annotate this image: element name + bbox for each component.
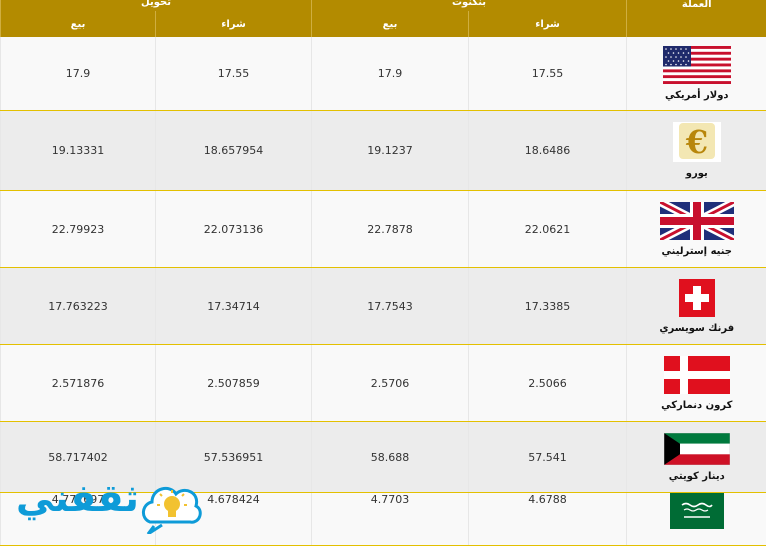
euro-symbol-icon: € (673, 122, 721, 162)
banknote-buy-cell: 57.541 (469, 422, 627, 493)
banknote-sell-cell: 2.5706 (312, 345, 469, 422)
usa-flag-icon (663, 46, 731, 84)
transfer-buy-cell: 18.657954 (156, 111, 312, 191)
transfer-sell-header: بيع (1, 11, 156, 37)
currency-cell: دولار أمريكي (627, 37, 766, 111)
banknote-sell-cell: 17.9 (312, 37, 469, 111)
table-row: 19.13331 18.657954 19.1237 18.6486 € يور… (1, 111, 766, 191)
currency-cell: فرنك سويسري (627, 268, 766, 345)
banknote-buy-header: شراء (469, 11, 627, 37)
table-row: 17.9 17.55 17.9 17.55 (1, 37, 766, 111)
swiss-flag-icon (677, 279, 717, 317)
saudi-flag-icon (670, 493, 724, 529)
currency-cell: جنيه إسترليني (627, 191, 766, 268)
svg-text:€: € (685, 123, 708, 161)
currency-cell (627, 493, 766, 546)
table-row: 17.763223 17.34714 17.7543 17.3385 فرنك … (1, 268, 766, 345)
table-row: 22.79923 22.073136 22.7878 22.0621 جنيه … (1, 191, 766, 268)
banknote-sell-cell: 22.7878 (312, 191, 469, 268)
banknote-buy-cell: 2.5066 (469, 345, 627, 422)
transfer-group-header: تحويل (1, 0, 312, 11)
currency-name: دينار كويتي (627, 471, 766, 482)
logo-text: ثقفني (16, 476, 139, 520)
currency-cell: € يورو (627, 111, 766, 191)
banknote-buy-cell: 22.0621 (469, 191, 627, 268)
banknote-buy-cell: 18.6486 (469, 111, 627, 191)
currency-name: فرنك سويسري (627, 323, 766, 334)
transfer-buy-header: شراء (156, 11, 312, 37)
transfer-sell-cell: 22.79923 (1, 191, 156, 268)
uk-flag-icon (660, 202, 734, 240)
banknote-sell-cell: 58.688 (312, 422, 469, 493)
banknote-buy-cell: 17.55 (469, 37, 627, 111)
banknote-sell-cell: 4.7703 (312, 493, 469, 546)
currency-name: جنيه إسترليني (627, 246, 766, 257)
transfer-sell-cell: 2.571876 (1, 345, 156, 422)
site-logo: ثقفني (14, 476, 209, 542)
transfer-sell-cell: 19.13331 (1, 111, 156, 191)
group-header-row: تحويل بنكنوت العملة (1, 0, 766, 11)
kuwait-flag-icon (664, 433, 730, 465)
banknotes-group-header: بنكنوت (312, 0, 627, 11)
transfer-buy-cell: 17.55 (156, 37, 312, 111)
currency-cell: دينار كويتي (627, 422, 766, 493)
transfer-buy-cell: 2.507859 (156, 345, 312, 422)
table-row: 2.571876 2.507859 2.5706 2.5066 كرون دنم… (1, 345, 766, 422)
transfer-buy-cell: 17.34714 (156, 268, 312, 345)
currency-name: كرون دنماركي (627, 400, 766, 411)
banknote-sell-header: بيع (312, 11, 469, 37)
lightbulb-icon (140, 478, 204, 534)
banknote-buy-cell: 17.3385 (469, 268, 627, 345)
exchange-rates-table: تحويل بنكنوت العملة بيع شراء بيع شراء 17… (0, 0, 766, 546)
transfer-buy-cell: 22.073136 (156, 191, 312, 268)
denmark-flag-icon (664, 356, 730, 394)
currency-column-header: العملة (627, 0, 766, 37)
transfer-sell-cell: 17.763223 (1, 268, 156, 345)
banknote-sell-cell: 17.7543 (312, 268, 469, 345)
currency-name: دولار أمريكي (627, 90, 766, 101)
banknote-sell-cell: 19.1237 (312, 111, 469, 191)
banknote-buy-cell: 4.6788 (469, 493, 627, 546)
currency-name: يورو (627, 168, 766, 179)
currency-cell: كرون دنماركي (627, 345, 766, 422)
transfer-sell-cell: 17.9 (1, 37, 156, 111)
